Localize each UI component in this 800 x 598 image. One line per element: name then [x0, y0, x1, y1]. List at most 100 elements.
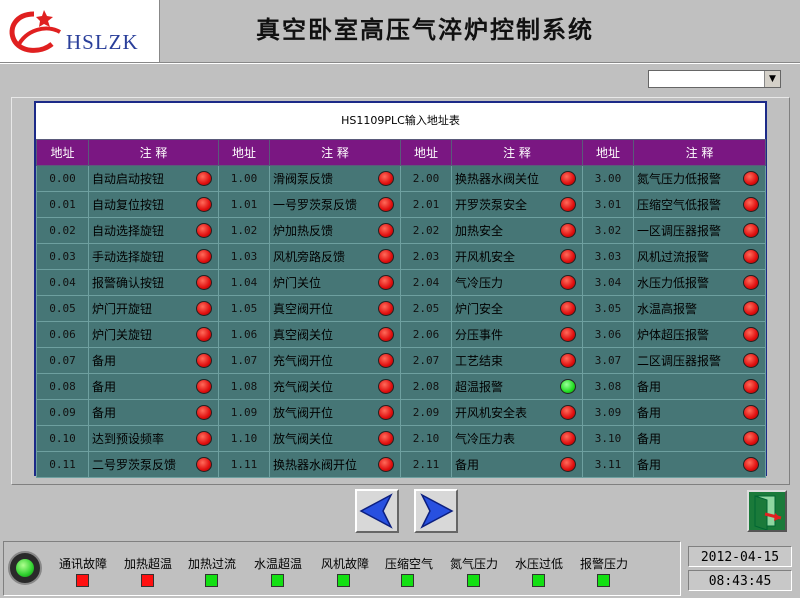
address-cell: 2.02	[400, 217, 452, 244]
address-cell: 2.05	[400, 295, 452, 322]
right-arrow-icon	[420, 493, 454, 529]
note-label: 备用	[637, 458, 662, 472]
note-cell: 炉门关旋钮	[88, 321, 219, 348]
date-display: 2012-04-15	[688, 546, 792, 567]
note-label: 备用	[92, 380, 117, 394]
address-cell: 0.05	[36, 295, 89, 322]
note-label: 风机过流报警	[637, 250, 710, 264]
chevron-down-icon[interactable]: ▼	[764, 71, 780, 87]
table-row: 0.10 达到预设频率 1.10 放气阀关位 2.10 气冷压力表 3.10 备用	[36, 425, 766, 452]
note-label: 换热器水阀关位	[455, 172, 540, 186]
status-indicator-icon	[378, 301, 394, 316]
alarm-label: 报警压力	[579, 557, 628, 571]
address-cell: 0.00	[36, 165, 89, 192]
header-note: 注 释	[269, 139, 401, 166]
status-indicator-icon	[378, 379, 394, 394]
header-note: 注 释	[88, 139, 219, 166]
address-cell: 3.01	[582, 191, 634, 218]
note-label: 风机旁路反馈	[273, 250, 346, 264]
note-cell: 氮气压力低报警	[633, 165, 766, 192]
address-cell: 1.09	[218, 399, 270, 426]
status-indicator-icon	[196, 249, 212, 264]
status-indicator-icon	[560, 275, 576, 290]
alarm-indicator-icon	[467, 574, 480, 587]
status-indicator-icon	[378, 171, 394, 186]
note-cell: 自动启动按钮	[88, 165, 219, 192]
note-cell: 备用	[633, 373, 766, 400]
note-cell: 开罗茨泵安全	[451, 191, 583, 218]
note-label: 备用	[637, 380, 662, 394]
status-indicator-icon	[560, 327, 576, 342]
header-addr: 地址	[400, 139, 452, 166]
exit-door-icon	[754, 495, 782, 531]
address-cell: 0.02	[36, 217, 89, 244]
table-row: 0.01 自动复位按钮 1.01 一号罗茨泵反馈 2.01 开罗茨泵安全 3.01 压缩空气低…	[36, 191, 766, 218]
note-cell: 二区调压器报警	[633, 347, 766, 374]
note-cell: 一区调压器报警	[633, 217, 766, 244]
note-cell: 加热安全	[451, 217, 583, 244]
note-cell: 备用	[88, 399, 219, 426]
note-label: 备用	[92, 354, 117, 368]
alarm-indicator-icon	[271, 574, 284, 587]
status-indicator-icon	[196, 301, 212, 316]
alarm-indicator-icon	[141, 574, 154, 587]
note-label: 自动复位按钮	[92, 198, 165, 212]
prev-page-button[interactable]	[355, 489, 399, 533]
note-cell: 放气阀开位	[269, 399, 401, 426]
note-cell: 炉门安全	[451, 295, 583, 322]
next-page-button[interactable]	[414, 489, 458, 533]
note-label: 炉门开旋钮	[92, 302, 153, 316]
note-label: 备用	[637, 406, 662, 420]
status-indicator-icon	[196, 327, 212, 342]
address-cell: 0.08	[36, 373, 89, 400]
table-row: 0.06 炉门关旋钮 1.06 真空阀关位 2.06 分压事件 3.06 炉体超压报警	[36, 321, 766, 348]
address-cell: 1.10	[218, 425, 270, 452]
address-cell: 2.00	[400, 165, 452, 192]
status-indicator-icon	[743, 301, 759, 316]
alarm-label: 水温超温	[253, 557, 302, 571]
address-cell: 3.09	[582, 399, 634, 426]
alarm-label: 氮气压力	[449, 557, 498, 571]
plc-input-table: HS1109PLC输入地址表 地址 注 释 地址 注 释 地址 注 释 地址 注…	[34, 101, 767, 478]
note-cell: 充气阀关位	[269, 373, 401, 400]
address-cell: 1.02	[218, 217, 270, 244]
status-indicator-icon	[196, 353, 212, 368]
status-indicator-icon	[743, 223, 759, 238]
note-label: 自动选择旋钮	[92, 224, 165, 238]
table-row: 0.09 备用 1.09 放气阀开位 2.09 开风机安全表 3.09 备用	[36, 399, 766, 426]
note-cell: 达到预设频率	[88, 425, 219, 452]
table-row: 0.07 备用 1.07 充气阀开位 2.07 工艺结束 3.07 二区调压器报警	[36, 347, 766, 374]
note-label: 备用	[92, 406, 117, 420]
note-label: 放气阀开位	[273, 406, 334, 420]
status-indicator-icon	[560, 197, 576, 212]
note-cell: 开风机安全表	[451, 399, 583, 426]
status-indicator-icon	[560, 249, 576, 264]
address-cell: 1.06	[218, 321, 270, 348]
logo: HSLZK	[0, 0, 160, 62]
note-cell: 滑阀泵反馈	[269, 165, 401, 192]
header-addr: 地址	[36, 139, 89, 166]
note-label: 备用	[455, 458, 480, 472]
address-cell: 2.01	[400, 191, 452, 218]
status-indicator-icon	[378, 249, 394, 264]
address-cell: 1.04	[218, 269, 270, 296]
note-label: 备用	[637, 432, 662, 446]
status-indicator-icon	[378, 275, 394, 290]
address-cell: 1.00	[218, 165, 270, 192]
status-indicator-icon	[743, 353, 759, 368]
status-indicator-icon	[560, 301, 576, 316]
note-cell: 风机旁路反馈	[269, 243, 401, 270]
logo-text: HSLZK	[66, 30, 139, 54]
alarm-label: 加热过流	[187, 557, 236, 571]
note-label: 二区调压器报警	[637, 354, 722, 368]
address-cell: 0.04	[36, 269, 89, 296]
note-cell: 开风机安全	[451, 243, 583, 270]
note-cell: 分压事件	[451, 321, 583, 348]
status-indicator-icon	[378, 327, 394, 342]
exit-button[interactable]	[747, 490, 787, 532]
page-select-dropdown[interactable]: ▼	[648, 70, 781, 88]
address-cell: 2.09	[400, 399, 452, 426]
logo-swoosh-icon	[9, 10, 61, 53]
note-cell: 备用	[451, 451, 583, 478]
status-indicator-icon	[743, 327, 759, 342]
